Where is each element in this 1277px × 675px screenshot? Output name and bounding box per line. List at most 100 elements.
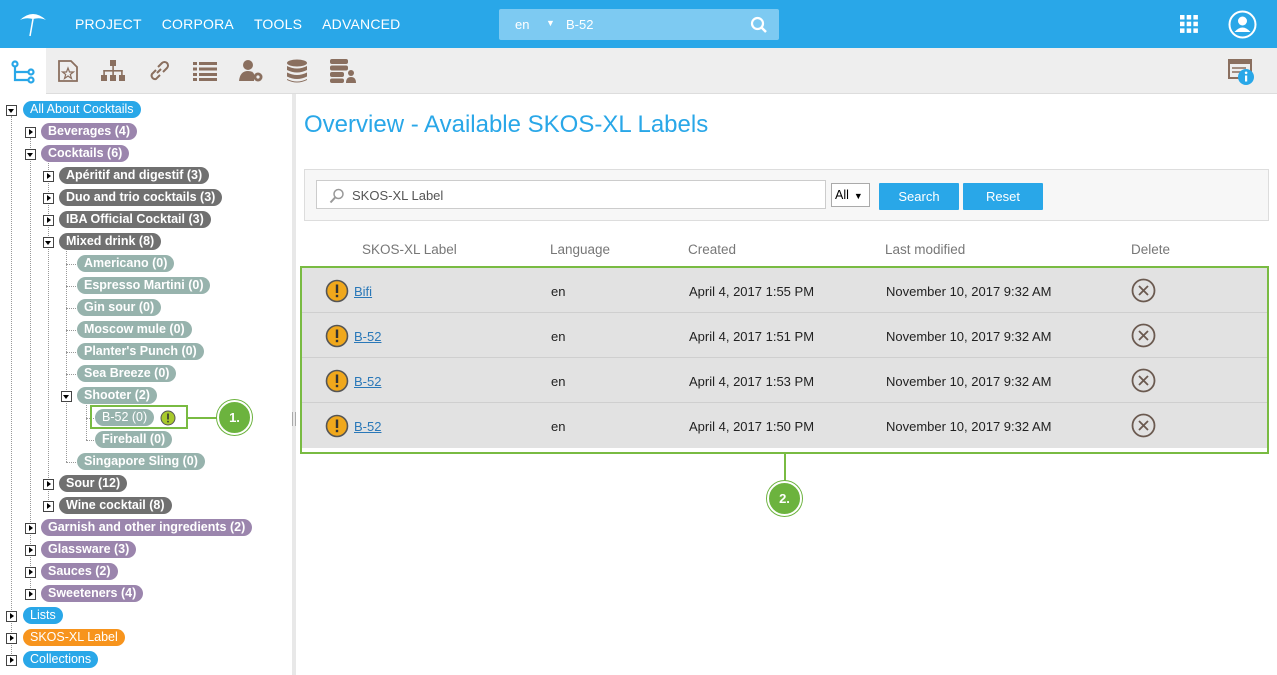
tree-connector — [66, 330, 76, 331]
global-search[interactable]: en ▼ B-52 — [499, 9, 779, 40]
search-language-select[interactable]: en — [515, 17, 529, 32]
tree-node-b52[interactable]: B-52 (0) — [95, 409, 155, 426]
org-tree-icon[interactable] — [90, 48, 136, 94]
tree-node-gin-sour[interactable]: Gin sour (0) — [77, 299, 162, 316]
expand-toggle[interactable] — [6, 611, 17, 622]
expand-toggle[interactable] — [25, 523, 36, 534]
splitter-grip[interactable] — [292, 412, 296, 426]
menu-advanced[interactable]: ADVANCED — [322, 16, 400, 32]
column-header-language[interactable]: Language — [550, 242, 610, 257]
callout-badge-2: 2. — [767, 481, 802, 516]
tree-connector — [86, 402, 87, 440]
tree-connector — [66, 308, 76, 309]
user-settings-icon[interactable] — [228, 48, 274, 94]
tree-node-sour[interactable]: Sour (12) — [59, 475, 128, 492]
tree-connector — [66, 286, 76, 287]
main-menu: PROJECT CORPORA TOOLS ADVANCED — [75, 16, 401, 32]
column-header-delete: Delete — [1131, 242, 1171, 257]
tree-node-duo[interactable]: Duo and trio cocktails (3) — [59, 189, 223, 206]
reset-button[interactable]: Reset — [963, 183, 1043, 210]
panel-splitter[interactable] — [292, 94, 296, 675]
tree-node-wine-cocktail[interactable]: Wine cocktail (8) — [59, 497, 172, 514]
menu-corpora[interactable]: CORPORA — [162, 16, 234, 32]
tree-node-moscow-mule[interactable]: Moscow mule (0) — [77, 321, 192, 338]
tree-node-garnish[interactable]: Garnish and other ingredients (2) — [41, 519, 253, 536]
column-header-label[interactable]: SKOS-XL Label — [362, 242, 457, 257]
expand-toggle[interactable] — [61, 391, 72, 402]
tree-node-fireball[interactable]: Fireball (0) — [95, 431, 173, 448]
tree-node-beverages[interactable]: Beverages (4) — [41, 123, 137, 140]
tree-node-aperitif[interactable]: Apéritif and digestif (3) — [59, 167, 210, 184]
caret-down-icon[interactable]: ▼ — [546, 18, 555, 28]
hierarchy-tree-icon[interactable] — [0, 48, 46, 95]
search-icon — [329, 188, 344, 204]
table-highlight-box — [300, 266, 1269, 454]
tree-connector — [66, 462, 76, 463]
umbrella-logo-icon[interactable] — [18, 10, 48, 38]
expand-toggle[interactable] — [43, 501, 54, 512]
column-header-last-modified[interactable]: Last modified — [885, 242, 965, 257]
top-bar: PROJECT CORPORA TOOLS ADVANCED en ▼ B-52 — [0, 0, 1277, 48]
concept-tree: All About Cocktails Beverages (4) Cockta… — [0, 94, 292, 675]
tree-connector — [66, 352, 76, 353]
column-header-created[interactable]: Created — [688, 242, 736, 257]
tree-connector — [48, 160, 49, 506]
tree-node-americano[interactable]: Americano (0) — [77, 255, 175, 272]
database-user-icon[interactable] — [320, 48, 366, 94]
concept-scheme-icon[interactable] — [45, 48, 91, 94]
tree-node-singapore-sling[interactable]: Singapore Sling (0) — [77, 453, 205, 470]
tree-node-lists[interactable]: Lists — [23, 607, 63, 624]
expand-toggle[interactable] — [6, 655, 17, 666]
info-panel-icon[interactable] — [1228, 58, 1256, 86]
tree-node-iba[interactable]: IBA Official Cocktail (3) — [59, 211, 211, 228]
expand-toggle[interactable] — [25, 149, 36, 160]
warning-icon — [160, 410, 176, 426]
expand-toggle[interactable] — [43, 237, 54, 248]
tree-node-sauces[interactable]: Sauces (2) — [41, 563, 118, 580]
search-button[interactable]: Search — [879, 183, 959, 210]
view-toolbar — [0, 48, 1277, 95]
expand-toggle[interactable] — [43, 171, 54, 182]
user-account-icon[interactable] — [1228, 10, 1257, 39]
callout-badge-1: 1. — [217, 400, 252, 435]
expand-toggle[interactable] — [43, 193, 54, 204]
expand-toggle[interactable] — [6, 633, 17, 644]
search-icon[interactable] — [750, 16, 768, 34]
link-icon[interactable] — [136, 48, 182, 94]
expand-toggle[interactable] — [25, 567, 36, 578]
tree-node-sea-breeze[interactable]: Sea Breeze (0) — [77, 365, 177, 382]
tree-node-mixed-drink[interactable]: Mixed drink (8) — [59, 233, 162, 250]
callout-connector — [188, 417, 218, 419]
expand-toggle[interactable] — [6, 105, 17, 116]
caret-down-icon: ▼ — [853, 191, 863, 201]
label-filter-input[interactable]: SKOS-XL Label — [316, 180, 826, 209]
list-icon[interactable] — [182, 48, 228, 94]
page-title: Overview - Available SKOS-XL Labels — [304, 111, 709, 138]
tree-node-cocktails[interactable]: Cocktails (6) — [41, 145, 130, 162]
expand-toggle[interactable] — [43, 215, 54, 226]
tree-node-collections[interactable]: Collections — [23, 651, 99, 668]
apps-grid-icon[interactable] — [1180, 15, 1198, 33]
tree-node-espresso-martini[interactable]: Espresso Martini (0) — [77, 277, 211, 294]
language-filter-select[interactable]: All ▼ — [831, 183, 870, 207]
menu-project[interactable]: PROJECT — [75, 16, 142, 32]
search-input[interactable]: B-52 — [566, 17, 593, 32]
filter-placeholder: SKOS-XL Label — [352, 188, 444, 203]
tree-node-shooter[interactable]: Shooter (2) — [77, 387, 157, 404]
tree-node-root[interactable]: All About Cocktails — [23, 101, 141, 118]
expand-toggle[interactable] — [25, 127, 36, 138]
expand-toggle[interactable] — [25, 545, 36, 556]
tree-connector — [86, 440, 94, 441]
tree-connector — [11, 116, 12, 660]
tree-node-skosxl-label[interactable]: SKOS-XL Label — [23, 629, 125, 646]
tree-node-sweeteners[interactable]: Sweeteners (4) — [41, 585, 144, 602]
tree-connector — [66, 248, 67, 462]
tree-node-planters-punch[interactable]: Planter's Punch (0) — [77, 343, 204, 360]
expand-toggle[interactable] — [43, 479, 54, 490]
tree-connector — [66, 374, 76, 375]
menu-tools[interactable]: TOOLS — [254, 16, 302, 32]
database-icon[interactable] — [274, 48, 320, 94]
tree-node-glassware[interactable]: Glassware (3) — [41, 541, 137, 558]
filter-bar: SKOS-XL Label All ▼ Search Reset — [304, 169, 1269, 221]
expand-toggle[interactable] — [25, 589, 36, 600]
